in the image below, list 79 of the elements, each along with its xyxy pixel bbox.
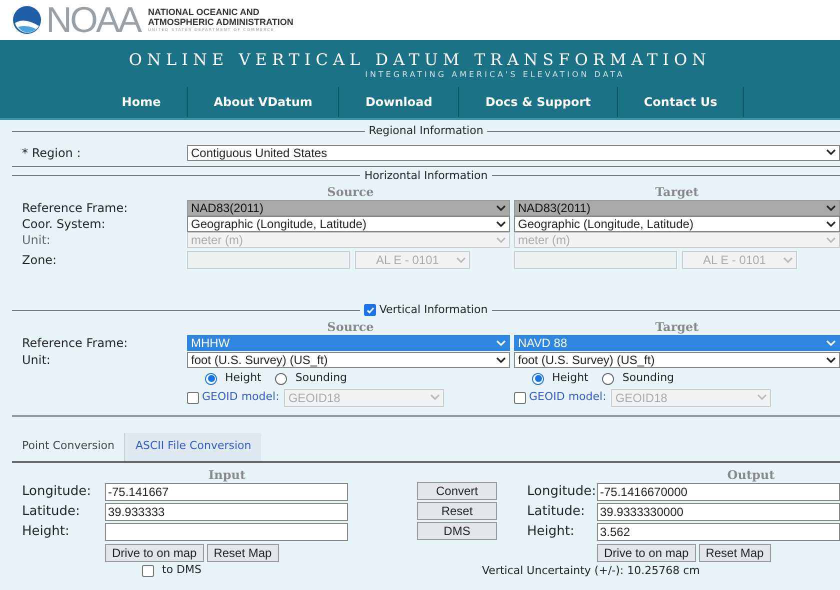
checkbox[interactable] [187,392,199,404]
tab[interactable]: ASCII File Conversion [125,432,262,460]
organization-name: NATIONAL OCEANIC AND [148,7,260,17]
button[interactable]: Drive to on map [105,544,204,562]
field-label: Unit: [21,232,52,249]
radio-label: Sounding [295,370,348,386]
section-legend: Horizontal Information [364,168,488,184]
button[interactable]: Reset Map [698,544,771,562]
button[interactable]: Reset [417,502,497,520]
chevron-down-icon [757,394,768,401]
column-heading: Source [326,318,375,336]
column-heading: Target [654,184,700,201]
dropdown[interactable]: Contiguous United States [187,144,840,160]
input-field[interactable] [105,522,348,540]
field-label: Unit: [21,352,52,369]
chevron-down-icon [826,149,836,156]
field-label: Reference Frame: [21,200,129,217]
radio-button[interactable] [532,372,544,384]
organization-name: ATMOSPHERIC ADMINISTRATION [148,17,294,27]
field-label: Reference Frame: [21,335,129,352]
field-label: Height: [21,522,70,541]
nav-link[interactable]: Contact Us [616,87,744,117]
field-label: Zone: [21,252,58,269]
field-label: Longitude: [526,482,597,501]
dropdown[interactable]: NAD83(2011) [514,200,840,216]
column-heading: Target [654,318,700,336]
section-legend: Vertical Information [379,302,488,318]
field-label: Latitude: [526,502,586,521]
output-field[interactable]: 39.9333330000 [597,502,840,520]
dropdown[interactable]: Geographic (Longitude, Latitude) [187,216,510,232]
dropdown[interactable]: foot (U.S. Survey) (US_ft) [514,352,840,368]
radio-label: Height [552,370,588,386]
checkbox[interactable] [514,392,526,404]
output-field[interactable]: -75.1416670000 [597,482,840,500]
section-legend: Regional Information [368,123,484,140]
input-field[interactable] [514,251,677,269]
logo-text: NOAA [46,2,140,38]
uncertainty-text: Vertical Uncertainty (+/-): 10.25768 cm [482,564,701,578]
button[interactable]: Reset Map [206,544,279,562]
radio-button[interactable] [275,372,288,384]
site-subtitle: INTEGRATING AMERICA'S ELEVATION DATA [365,71,625,79]
radio-label: Height [225,370,262,386]
nav-link[interactable]: Home [96,87,187,117]
field-label: Height: [526,522,576,541]
input-field[interactable]: -75.141667 [105,482,348,500]
dropdown[interactable]: foot (U.S. Survey) (US_ft) [187,352,510,368]
chevron-down-icon [783,256,793,264]
radio-button[interactable] [602,372,614,384]
column-heading: Input [208,466,246,482]
field-label: Coor. System: [21,216,106,233]
input-field[interactable] [187,251,350,269]
dropdown[interactable]: MHHW [187,335,510,351]
field-label: * Region : [21,144,82,162]
geoid-label: GEOID model: [202,389,280,406]
radio-label: Sounding [622,370,674,386]
dropdown[interactable]: NAVD 88 [514,335,840,351]
button[interactable]: Drive to on map [597,544,696,562]
site-title: ONLINE VERTICAL DATUM TRANSFORMATION [128,52,712,68]
checkbox[interactable] [364,304,376,316]
chevron-down-icon [456,256,466,264]
dropdown[interactable]: Geographic (Longitude, Latitude) [514,216,840,232]
dropdown[interactable]: NAD83(2011) [187,200,510,216]
radio-button[interactable] [205,372,217,384]
input-field[interactable]: 39.933333 [105,502,348,520]
column-heading: Output [726,466,776,482]
field-label: Latitude: [21,502,81,521]
checkbox-label: to DMS [162,562,202,578]
field-label: Longitude: [21,482,92,501]
geoid-label: GEOID model: [529,389,606,406]
nav-link[interactable]: Download [338,87,458,117]
nav-link[interactable]: Docs & Support [458,87,617,117]
nav-link[interactable]: About VDatum [186,87,338,117]
button[interactable]: Convert [417,482,497,500]
column-heading: Source [326,184,375,201]
output-field[interactable]: 3.562 [597,522,840,540]
button[interactable]: DMS [417,522,497,540]
logo-emblem-icon [12,5,42,35]
chevron-down-icon [430,394,440,401]
checkbox[interactable] [142,564,154,576]
